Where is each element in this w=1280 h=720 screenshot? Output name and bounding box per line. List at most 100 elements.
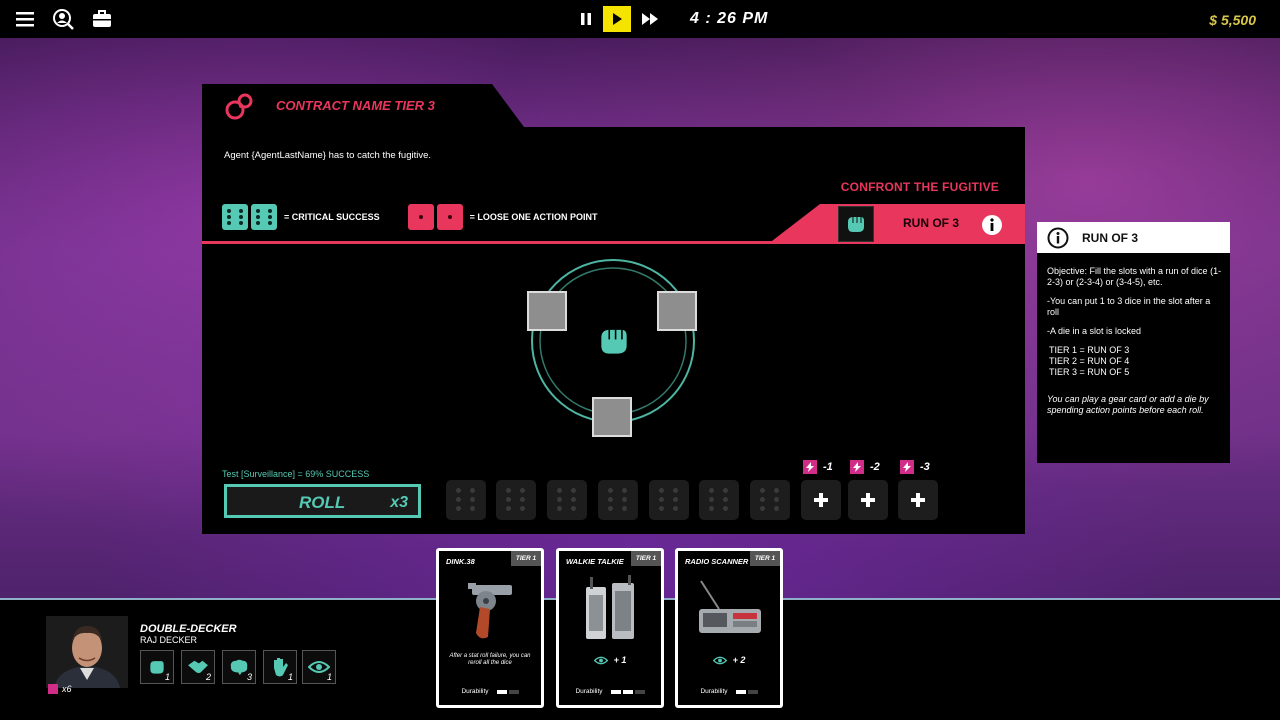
die-pip bbox=[760, 497, 765, 502]
extra-die-cost: -3 bbox=[900, 460, 930, 474]
die-pip bbox=[506, 506, 511, 511]
card-tier: TIER 1 bbox=[511, 551, 541, 566]
fist-icon bbox=[601, 329, 627, 354]
die-pip bbox=[608, 497, 613, 502]
action-point-icon bbox=[48, 684, 58, 694]
gear-card[interactable]: RADIO SCANNER TIER 1 + 2 Durability bbox=[675, 548, 783, 708]
game-clock: 4 : 26 PM bbox=[690, 10, 769, 27]
available-die[interactable] bbox=[598, 480, 638, 520]
handcuffs-icon bbox=[225, 93, 253, 120]
die-pip bbox=[709, 497, 714, 502]
die-pip bbox=[622, 488, 627, 493]
die-pip bbox=[557, 488, 562, 493]
tooltip-rule: -You can put 1 to 3 dice in the slot aft… bbox=[1047, 296, 1211, 317]
card-bonus: + 1 bbox=[559, 655, 661, 665]
available-die[interactable] bbox=[649, 480, 689, 520]
available-die[interactable] bbox=[547, 480, 587, 520]
play-button[interactable] bbox=[603, 6, 631, 32]
fist-icon bbox=[848, 217, 864, 232]
dice-slot[interactable] bbox=[592, 397, 632, 437]
tooltip-note: You can play a gear card or add a die by… bbox=[1047, 394, 1209, 415]
die-pip bbox=[470, 506, 475, 511]
critical-die-icon bbox=[251, 204, 277, 230]
stat-brain: 3 bbox=[222, 650, 256, 684]
die-pip bbox=[557, 506, 562, 511]
fast-forward-icon bbox=[642, 13, 658, 25]
stat-hand: 1 bbox=[263, 650, 297, 684]
die-pip bbox=[520, 488, 525, 493]
gear-card[interactable]: WALKIE TALKIE TIER 1 + 1 Durability bbox=[556, 548, 664, 708]
die-pip bbox=[723, 497, 728, 502]
pause-icon bbox=[581, 13, 591, 25]
tooltip-rule: -A die in a slot is locked bbox=[1047, 326, 1142, 336]
radio-scanner-icon bbox=[699, 580, 761, 633]
card-description: After a stat roll failure, you can rerol… bbox=[449, 653, 531, 666]
die-pip bbox=[456, 506, 461, 511]
gear-card[interactable]: DINK.38 TIER 1 After a stat roll failure… bbox=[436, 548, 544, 708]
run-tooltip: RUN OF 3 Objective: Fill the slots with … bbox=[1037, 222, 1230, 463]
fast-forward-button[interactable] bbox=[638, 6, 662, 32]
die-pip bbox=[774, 497, 779, 502]
die-pip bbox=[622, 497, 627, 502]
available-die[interactable] bbox=[699, 480, 739, 520]
add-die-button[interactable] bbox=[801, 480, 841, 520]
info-icon bbox=[1047, 227, 1069, 249]
hamburger-menu-icon[interactable] bbox=[14, 8, 36, 30]
card-name: RADIO SCANNER bbox=[685, 557, 749, 566]
dice-legend: = CRITICAL SUCCESS = LOOSE ONE ACTION PO… bbox=[222, 204, 626, 230]
objective-title: CONFRONT THE FUGITIVE bbox=[840, 180, 999, 194]
dice-slot[interactable] bbox=[527, 291, 567, 331]
die-pip bbox=[506, 488, 511, 493]
roll-count: x3 bbox=[390, 494, 408, 511]
action-points-count: x6 bbox=[62, 684, 72, 694]
revolver-icon bbox=[468, 583, 512, 639]
die-pip bbox=[659, 488, 664, 493]
briefcase-icon[interactable] bbox=[91, 8, 113, 30]
die-pip bbox=[520, 497, 525, 502]
stat-fist: 1 bbox=[140, 650, 174, 684]
die-pip bbox=[520, 506, 525, 511]
roll-label: ROLL bbox=[299, 493, 346, 512]
die-pip bbox=[608, 506, 613, 511]
tooltip-body: Objective: Fill the slots with a run of … bbox=[1047, 266, 1223, 424]
contract-panel: CONTRACT NAME TIER 3 Agent {AgentLastNam… bbox=[202, 84, 1025, 534]
tier-line: TIER 1 = RUN OF 3 bbox=[1049, 345, 1130, 355]
agent-search-icon[interactable] bbox=[52, 8, 74, 30]
dice-slot[interactable] bbox=[657, 291, 697, 331]
die-pip bbox=[673, 488, 678, 493]
extra-die-cost: -1 bbox=[803, 460, 833, 474]
action-points: x6 bbox=[48, 684, 72, 694]
extra-die-cost: -2 bbox=[850, 460, 880, 474]
pause-button[interactable] bbox=[576, 6, 596, 32]
card-durability: Durability bbox=[559, 688, 661, 695]
available-die[interactable] bbox=[446, 480, 486, 520]
plus-icon bbox=[861, 493, 875, 507]
card-durability: Durability bbox=[439, 688, 541, 695]
card-durability: Durability bbox=[678, 688, 780, 695]
card-name: WALKIE TALKIE bbox=[566, 557, 624, 566]
walkie-talkie-icon bbox=[586, 575, 634, 639]
die-pip bbox=[774, 506, 779, 511]
agent-avatar[interactable] bbox=[46, 616, 128, 688]
tooltip-title: RUN OF 3 bbox=[1082, 231, 1139, 245]
available-die[interactable] bbox=[750, 480, 790, 520]
fail-die-icon bbox=[436, 204, 463, 230]
die-pip bbox=[709, 488, 714, 493]
die-pip bbox=[709, 506, 714, 511]
info-icon[interactable] bbox=[981, 214, 1003, 236]
contract-description: Agent {AgentLastName} has to catch the f… bbox=[224, 150, 432, 161]
die-pip bbox=[760, 506, 765, 511]
die-pip bbox=[673, 497, 678, 502]
add-die-button[interactable] bbox=[848, 480, 888, 520]
die-pip bbox=[470, 488, 475, 493]
stat-eye: 1 bbox=[302, 650, 336, 684]
die-pip bbox=[622, 506, 627, 511]
die-pip bbox=[723, 488, 728, 493]
tooltip-header: RUN OF 3 bbox=[1037, 222, 1230, 253]
add-die-button[interactable] bbox=[898, 480, 938, 520]
available-die[interactable] bbox=[496, 480, 536, 520]
die-pip bbox=[659, 497, 664, 502]
card-name: DINK.38 bbox=[446, 557, 475, 566]
roll-button[interactable]: ROLL x3 bbox=[224, 484, 421, 518]
money-counter: $ 5,500 bbox=[1209, 12, 1256, 28]
